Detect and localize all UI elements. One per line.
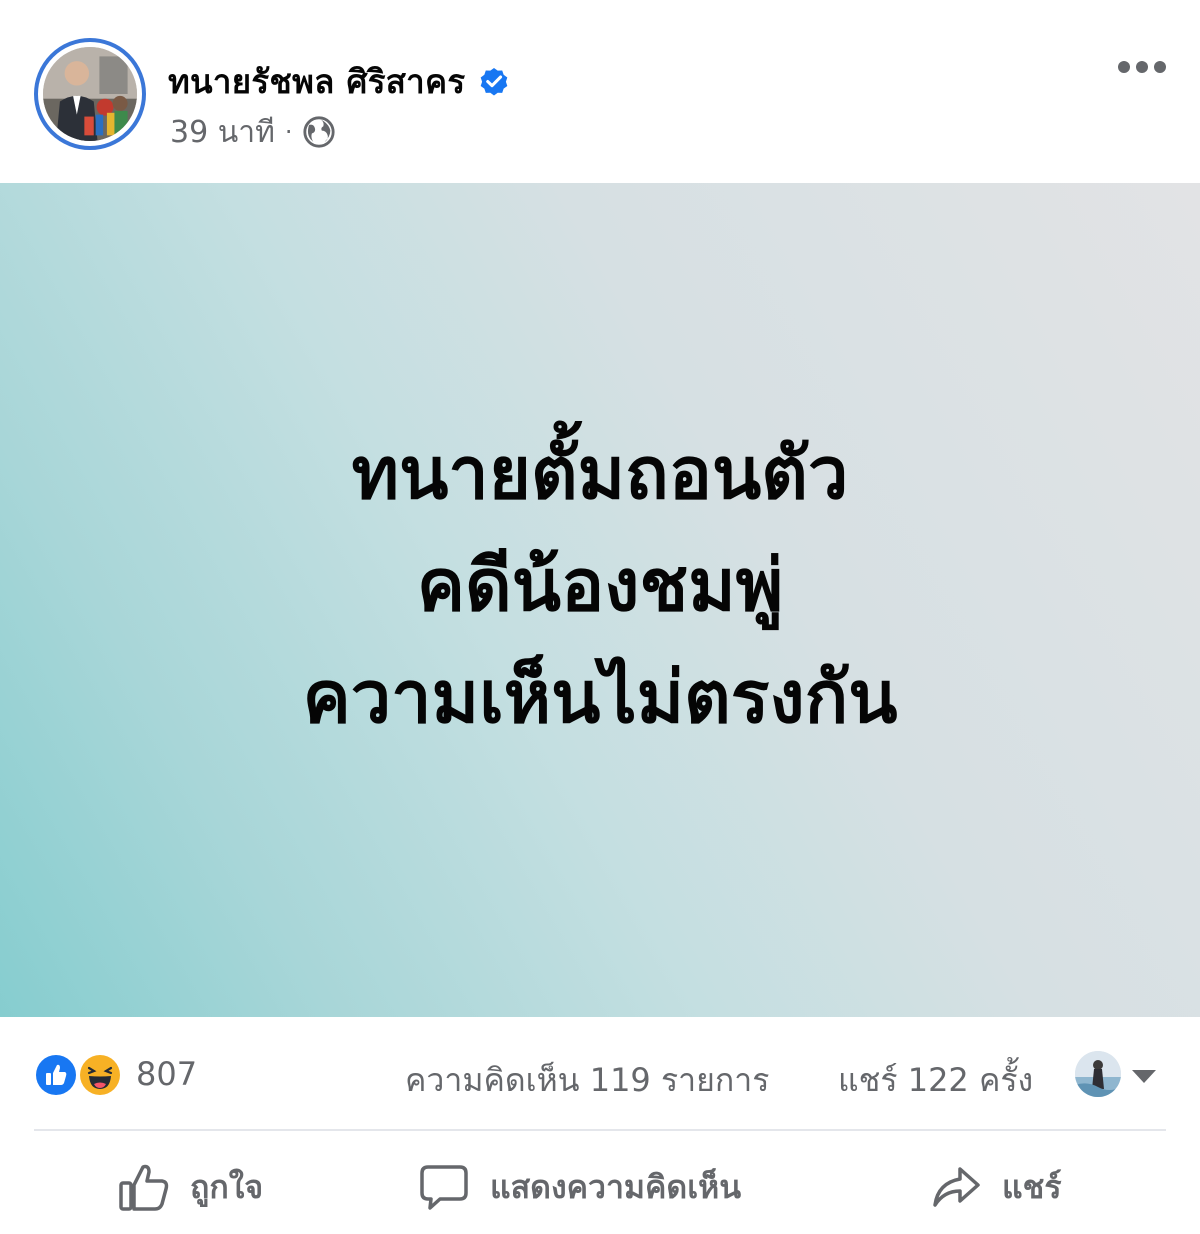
share-arrow-icon (933, 1167, 980, 1207)
facebook-post: ทนายรัชพล ศิริสาคร 39 นาที · ทนายตั้มถอน… (0, 0, 1200, 1234)
viewer-avatar[interactable] (1075, 1051, 1121, 1097)
post-text-line-1: ทนายตั้มถอนตัว (351, 431, 849, 515)
thumbs-up-icon (119, 1164, 169, 1211)
like-reaction-icon (34, 1053, 78, 1097)
caret-down-icon[interactable] (1130, 1067, 1158, 1085)
author-avatar-photo (43, 47, 137, 141)
post-meta: 39 นาที · (170, 112, 336, 152)
like-button[interactable]: ถูกใจ (118, 1159, 263, 1215)
comments-count[interactable]: ความคิดเห็น 119 รายการ (405, 1055, 769, 1106)
post-text: ทนายตั้มถอนตัว คดีน้องชมพู่ ความเห็นไม่ต… (303, 417, 898, 753)
like-label: ถูกใจ (190, 1167, 264, 1206)
haha-reaction-icon (78, 1053, 122, 1097)
author-name[interactable]: ทนายรัชพล ศิริสาคร (168, 55, 465, 108)
post-header: ทนายรัชพล ศิริสาคร 39 นาที · (0, 0, 1200, 183)
post-text-card[interactable]: ทนายตั้มถอนตัว คดีน้องชมพู่ ความเห็นไม่ต… (0, 183, 1200, 1017)
share-label: แชร์ (1002, 1167, 1062, 1206)
share-button[interactable]: แชร์ (930, 1159, 1062, 1215)
post-time[interactable]: 39 นาที (170, 109, 275, 156)
author-row: ทนายรัชพล ศิริสาคร (168, 58, 511, 104)
globe-icon[interactable] (302, 115, 336, 149)
reaction-count[interactable]: 807 (136, 1055, 197, 1093)
reaction-icons[interactable] (34, 1053, 130, 1097)
comment-label: แสดงความคิดเห็น (490, 1167, 742, 1206)
viewer-avatar-photo (1075, 1051, 1121, 1097)
more-options-button[interactable] (1114, 50, 1170, 84)
meta-separator: · (284, 118, 293, 146)
author-avatar[interactable] (34, 38, 146, 150)
comment-button[interactable]: แสดงความคิดเห็น (418, 1159, 741, 1215)
shares-count[interactable]: แชร์ 122 ครั้ง (838, 1055, 1033, 1106)
post-text-line-3: ความเห็นไม่ตรงกัน (302, 655, 898, 739)
comment-bubble-icon (420, 1165, 468, 1210)
post-actions: ถูกใจ แสดงความคิดเห็น แชร์ (0, 1131, 1200, 1234)
author-photo-illustration (43, 47, 137, 141)
verified-badge-icon (477, 64, 511, 98)
post-text-line-2: คดีน้องชมพู่ (416, 543, 784, 627)
more-options-icon (1118, 61, 1166, 73)
reactions-summary: 807 ความคิดเห็น 119 รายการ แชร์ 122 ครั้… (0, 1017, 1200, 1129)
